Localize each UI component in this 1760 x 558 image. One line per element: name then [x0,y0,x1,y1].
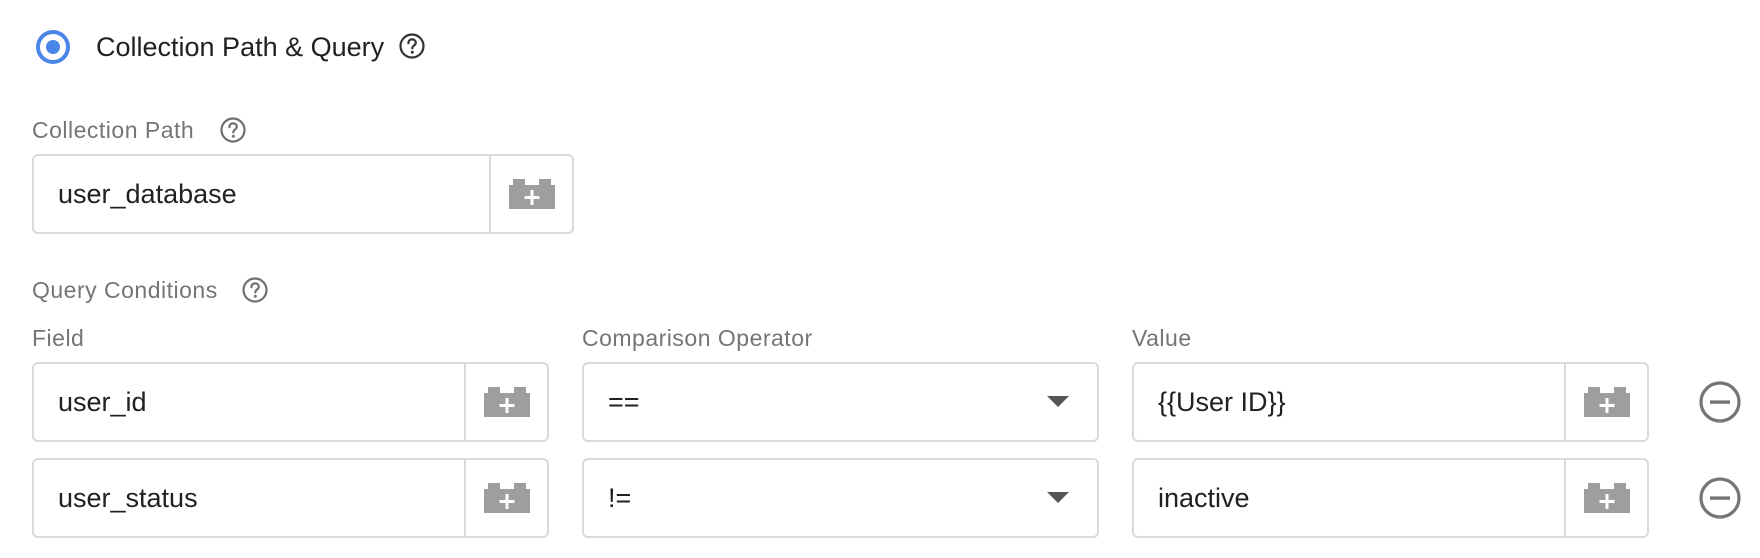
condition-value-box: inactive [1132,458,1649,538]
lego-block-plus-icon [484,387,530,417]
lego-block-plus-icon [1584,483,1630,513]
field-variable-button[interactable] [464,364,547,440]
operator-column-header: Comparison Operator [582,325,813,351]
collection-path-help-icon[interactable] [219,116,247,144]
value-variable-button[interactable] [1564,460,1647,536]
operator-select-value: != [608,482,632,513]
operator-select-value: == [608,386,640,417]
value-column-header: Value [1132,325,1192,351]
operator-select[interactable]: == [582,362,1099,442]
collection-path-variable-button[interactable] [489,156,572,232]
query-conditions-help-icon[interactable] [241,276,269,304]
field-variable-button[interactable] [464,460,547,536]
radio-selected-dot [46,40,60,54]
remove-condition-button[interactable] [1698,476,1742,525]
mode-radio-label[interactable]: Collection Path & Query [96,30,384,64]
collection-path-field: user_database [32,154,574,234]
collection-path-input[interactable]: user_database [34,156,489,232]
remove-condition-button[interactable] [1698,380,1742,429]
caret-down-icon [1047,492,1069,504]
condition-field-box: user_id [32,362,549,442]
mode-radio-button[interactable] [36,30,70,64]
lego-block-plus-icon [509,179,555,209]
condition-field-input[interactable]: user_status [34,460,464,536]
collection-path-label: Collection Path [32,117,195,143]
value-variable-button[interactable] [1564,364,1647,440]
caret-down-icon [1047,396,1069,408]
condition-value-input[interactable]: inactive [1134,460,1564,536]
help-circle-icon[interactable] [398,32,426,60]
condition-value-input[interactable]: {{User ID}} [1134,364,1564,440]
lego-block-plus-icon [1584,387,1630,417]
condition-field-box: user_status [32,458,549,538]
condition-value-box: {{User ID}} [1132,362,1649,442]
minus-circle-icon [1698,476,1742,520]
query-conditions-label: Query Conditions [32,277,218,303]
lego-block-plus-icon [484,483,530,513]
field-column-header: Field [32,325,85,351]
operator-select[interactable]: != [582,458,1099,538]
minus-circle-icon [1698,380,1742,424]
condition-field-input[interactable]: user_id [34,364,464,440]
